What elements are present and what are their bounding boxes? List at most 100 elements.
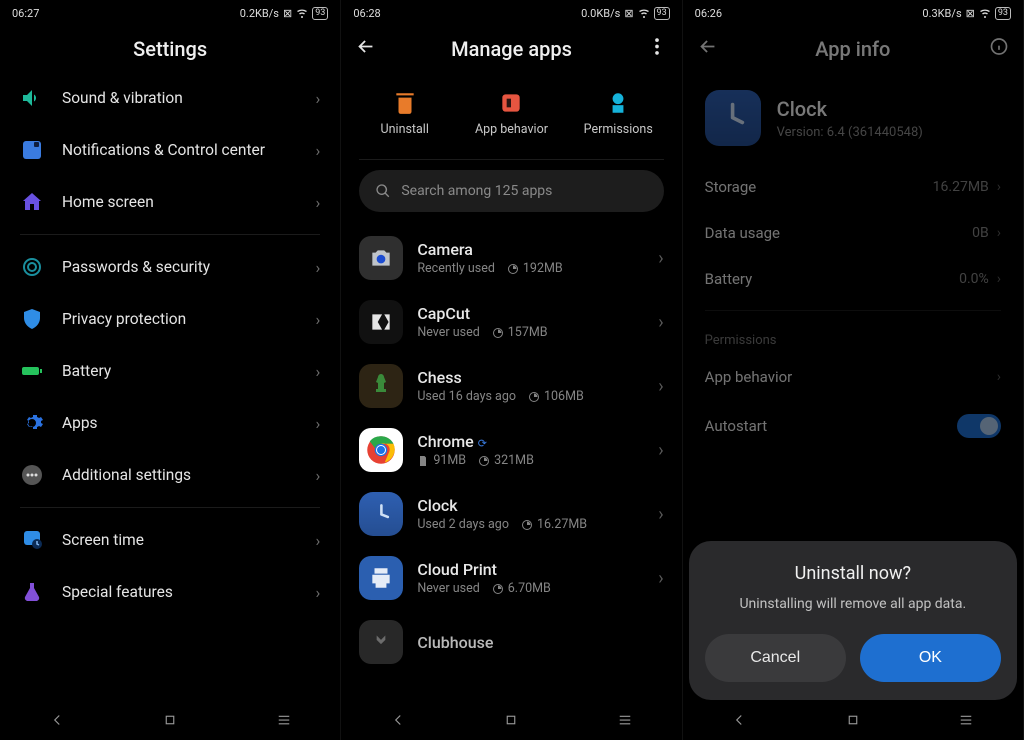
chevron-right-icon: › xyxy=(316,531,321,550)
settings-item-sound[interactable]: Sound & vibration › xyxy=(0,72,340,124)
back-button[interactable] xyxy=(697,36,719,63)
settings-item-additional[interactable]: Additional settings › xyxy=(0,449,340,501)
chevron-right-icon: › xyxy=(316,141,321,160)
info-row-autostart[interactable]: Autostart xyxy=(683,400,1023,452)
manage-apps-panel: 06:28 0.0KB/s ⊠ 93 Manage apps Uninstall… xyxy=(341,0,682,740)
app-header: Clock Version: 6.4 (361440548) xyxy=(683,72,1023,164)
chess-icon xyxy=(359,364,403,408)
ok-button[interactable]: OK xyxy=(860,634,1001,682)
status-bar: 06:26 0.3KB/s ⊠ 93 xyxy=(683,0,1023,26)
nav-home-icon[interactable] xyxy=(502,711,520,729)
settings-item-home[interactable]: Home screen › xyxy=(0,176,340,228)
chevron-right-icon: › xyxy=(316,258,321,277)
app-row-clock[interactable]: Clock Used 2 days ago 16.27MB › xyxy=(341,482,681,546)
nav-recent-icon[interactable] xyxy=(957,711,975,729)
chevron-right-icon: › xyxy=(316,310,321,329)
system-nav xyxy=(0,700,340,740)
dots-icon xyxy=(20,463,44,487)
uninstall-action[interactable]: Uninstall xyxy=(355,90,455,137)
chevron-right-icon: › xyxy=(997,225,1001,241)
nav-back-icon[interactable] xyxy=(730,711,748,729)
settings-item-security[interactable]: Passwords & security › xyxy=(0,241,340,293)
dialog-title: Uninstall now? xyxy=(795,563,911,584)
permissions-action[interactable]: Permissions xyxy=(568,90,668,137)
chevron-right-icon: › xyxy=(316,362,321,381)
vpn-icon: ⊠ xyxy=(966,7,975,20)
app-version: Version: 6.4 (361440548) xyxy=(777,125,923,140)
info-row-behavior[interactable]: App behavior › xyxy=(683,354,1023,400)
capcut-icon xyxy=(359,300,403,344)
camera-icon xyxy=(359,236,403,280)
dialog-message: Uninstalling will remove all app data. xyxy=(739,596,966,612)
search-placeholder: Search among 125 apps xyxy=(401,183,552,199)
status-bar: 06:28 0.0KB/s ⊠ 93 xyxy=(341,0,681,26)
nav-back-icon[interactable] xyxy=(389,711,407,729)
storage-icon xyxy=(492,327,504,339)
action-row: Uninstall App behavior Permissions xyxy=(341,72,681,159)
chevron-right-icon: › xyxy=(997,179,1001,195)
chevron-right-icon: › xyxy=(316,583,321,602)
control-center-icon xyxy=(20,138,44,162)
back-button[interactable] xyxy=(355,36,377,63)
storage-icon xyxy=(521,519,533,531)
page-title: Settings xyxy=(0,26,340,72)
chevron-right-icon: › xyxy=(316,193,321,212)
status-battery: 93 xyxy=(654,7,670,20)
app-row-chess[interactable]: Chess Used 16 days ago 106MB › xyxy=(341,354,681,418)
trash-icon xyxy=(392,90,418,116)
permissions-icon xyxy=(605,90,631,116)
nav-recent-icon[interactable] xyxy=(275,711,293,729)
chevron-right-icon: › xyxy=(658,312,663,333)
home-icon xyxy=(20,190,44,214)
system-nav xyxy=(683,700,1023,740)
section-label-permissions: Permissions xyxy=(683,319,1023,354)
flask-icon xyxy=(20,580,44,604)
app-row-clubhouse[interactable]: Clubhouse xyxy=(341,610,681,674)
overflow-menu-icon[interactable] xyxy=(646,36,668,63)
app-row-capcut[interactable]: CapCut Never used 157MB › xyxy=(341,290,681,354)
nav-home-icon[interactable] xyxy=(844,711,862,729)
status-net: 0.0KB/s xyxy=(581,7,620,20)
app-behavior-action[interactable]: App behavior xyxy=(461,90,561,137)
info-icon[interactable] xyxy=(989,37,1009,62)
divider xyxy=(705,310,1001,311)
settings-item-notifications[interactable]: Notifications & Control center › xyxy=(0,124,340,176)
storage-icon xyxy=(492,583,504,595)
info-row-storage[interactable]: Storage 16.27MB› xyxy=(683,164,1023,210)
info-row-data[interactable]: Data usage 0B› xyxy=(683,210,1023,256)
wifi-icon xyxy=(979,7,991,19)
app-row-chrome[interactable]: Chrome ⟳ 91MB 321MB › xyxy=(341,418,681,482)
settings-item-label: Sound & vibration xyxy=(62,89,298,107)
app-info-panel: 06:26 0.3KB/s ⊠ 93 App info Clock Versio… xyxy=(683,0,1024,740)
autostart-toggle[interactable] xyxy=(957,414,1001,438)
settings-list[interactable]: Sound & vibration › Notifications & Cont… xyxy=(0,72,340,740)
wifi-icon xyxy=(638,7,650,19)
chevron-right-icon: › xyxy=(997,369,1001,385)
divider xyxy=(20,234,320,235)
app-list[interactable]: Camera Recently used 192MB › CapCut Neve… xyxy=(341,226,681,740)
status-net: 0.3KB/s xyxy=(922,7,961,20)
gear-icon xyxy=(20,411,44,435)
info-row-battery[interactable]: Battery 0.0%› xyxy=(683,256,1023,302)
vpn-icon: ⊠ xyxy=(283,7,292,20)
settings-item-privacy[interactable]: Privacy protection › xyxy=(0,293,340,345)
nav-back-icon[interactable] xyxy=(48,711,66,729)
settings-item-special[interactable]: Special features › xyxy=(0,566,340,618)
nav-recent-icon[interactable] xyxy=(616,711,634,729)
settings-item-battery[interactable]: Battery › xyxy=(0,345,340,397)
status-net: 0.2KB/s xyxy=(240,7,279,20)
app-row-camera[interactable]: Camera Recently used 192MB › xyxy=(341,226,681,290)
app-name: Clock xyxy=(777,97,923,121)
sd-icon xyxy=(417,455,429,467)
settings-item-apps[interactable]: Apps › xyxy=(0,397,340,449)
status-time: 06:27 xyxy=(12,7,39,20)
vpn-icon: ⊠ xyxy=(624,7,633,20)
app-row-cloudprint[interactable]: Cloud Print Never used 6.70MB › xyxy=(341,546,681,610)
sound-icon xyxy=(20,86,44,110)
status-battery: 93 xyxy=(312,7,328,20)
settings-item-screentime[interactable]: Screen time › xyxy=(0,514,340,566)
cancel-button[interactable]: Cancel xyxy=(705,634,846,682)
nav-home-icon[interactable] xyxy=(161,711,179,729)
search-input[interactable]: Search among 125 apps xyxy=(359,170,663,212)
hourglass-icon xyxy=(20,528,44,552)
